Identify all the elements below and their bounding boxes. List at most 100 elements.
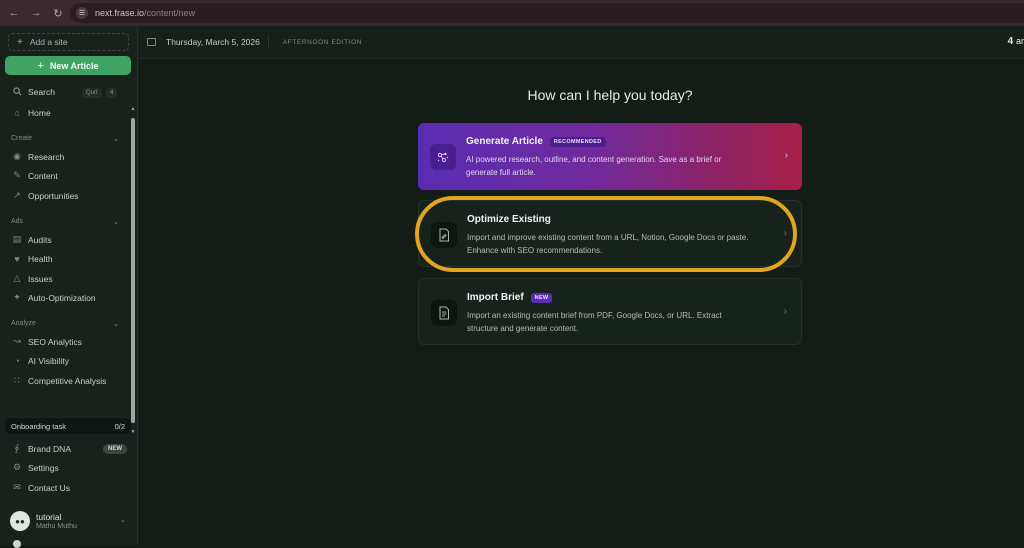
- new-article-button[interactable]: + New Article: [5, 56, 131, 75]
- card-title-text: Import Brief: [467, 292, 524, 303]
- gear-icon: ⚙: [12, 462, 22, 472]
- top-bar: Thursday, March 5, 2026 AFTERNOON EDITIO…: [138, 26, 1024, 59]
- card-description: Import and improve existing content from…: [467, 231, 767, 257]
- card-desc-line: structure and generate content.: [467, 324, 579, 333]
- add-site-button[interactable]: + Add a site: [8, 33, 129, 51]
- section-label: Ads: [11, 218, 24, 225]
- back-arrow-icon[interactable]: ←: [4, 3, 24, 23]
- site-settings-icon[interactable]: ☰: [76, 7, 88, 19]
- onboarding-task[interactable]: Onboarding task 0/2: [5, 418, 131, 434]
- calendar-icon: [147, 38, 156, 46]
- counter-value: 4: [1007, 36, 1014, 47]
- sidebar-item-opportunities[interactable]: ↗ Opportunities: [0, 186, 130, 205]
- counter-suffix: ar: [1015, 36, 1024, 46]
- chevron-right-icon: ›: [783, 228, 787, 239]
- card-description: AI powered research, outline, and conten…: [466, 153, 766, 179]
- research-icon: ◉: [13, 151, 21, 161]
- address-bar[interactable]: ☰ next.frase.io/content/new: [70, 3, 1024, 23]
- sidebar-item-research[interactable]: ◉ Research: [0, 147, 130, 166]
- page-title: How can I help you today?: [527, 87, 693, 103]
- sidebar-item-seo-analytics[interactable]: ↝ SEO Analytics: [0, 332, 130, 351]
- search-icon: [12, 87, 22, 97]
- user-menu[interactable]: ●● tutorial Mathu Muthu ⌄: [10, 508, 130, 534]
- card-title-text: Generate Article: [466, 136, 543, 147]
- sidebar-item-label: Competitive Analysis: [28, 375, 107, 386]
- sparkle-icon: ✦: [13, 292, 21, 302]
- scroll-up-icon[interactable]: ▲: [130, 106, 136, 112]
- audit-icon: ▤: [12, 234, 22, 244]
- chart-line-icon: ↝: [13, 336, 21, 346]
- section-label: Analyze: [11, 320, 36, 327]
- generate-article-card[interactable]: Generate Article RECOMMENDED AI powered …: [418, 123, 802, 190]
- scrollbar-thumb[interactable]: [131, 118, 135, 423]
- import-brief-card[interactable]: Import Brief NEW Import an existing cont…: [418, 278, 802, 345]
- edition-label: AFTERNOON EDITION: [282, 38, 363, 46]
- chevron-down-icon: ⌄: [113, 219, 119, 226]
- sidebar-item-home[interactable]: ⌂ Home: [0, 103, 130, 122]
- search-shortcut-key: 4: [106, 88, 118, 98]
- plus-icon: +: [37, 59, 44, 72]
- sidebar-item-ai-visibility[interactable]: ◔ AI Visibility: [0, 351, 130, 370]
- dna-icon: ∮: [14, 443, 20, 453]
- sidebar-item-label: Opportunities: [28, 190, 79, 201]
- generate-icon: [430, 144, 456, 170]
- chevron-right-icon: ›: [784, 150, 788, 161]
- sidebar-item-label: Home: [28, 107, 51, 118]
- sidebar-item-issues[interactable]: △ Issues: [0, 269, 130, 288]
- section-label: Create: [11, 135, 33, 142]
- sidebar-item-label: Search: [28, 86, 55, 97]
- sidebar-item-health[interactable]: ♥ Health: [0, 249, 130, 268]
- sidebar-item-label: Contact Us: [28, 482, 71, 493]
- url-host: next.frase.io: [95, 8, 145, 18]
- home-icon: ⌂: [14, 107, 20, 118]
- browser-toolbar: ← → ↻ ☰ next.frase.io/content/new: [0, 0, 1024, 26]
- avatar: ●●: [10, 511, 30, 531]
- network-icon: ∷: [14, 375, 20, 385]
- card-desc-line: Import an existing content brief from PD…: [467, 311, 722, 320]
- sidebar-item-contact-us[interactable]: ✉ Contact Us: [0, 478, 130, 497]
- sidebar-item-label: Audits: [28, 234, 52, 245]
- card-desc-line: generate full article.: [466, 168, 536, 177]
- top-right-counter: 4 ar: [1008, 36, 1024, 47]
- sidebar-item-auto-optimization[interactable]: ✦ Auto-Optimization: [0, 288, 130, 307]
- sidebar-item-label: Content: [28, 170, 58, 181]
- optimize-existing-card[interactable]: Optimize Existing Import and improve exi…: [418, 200, 802, 267]
- card-title: Optimize Existing: [467, 214, 551, 225]
- current-date: Thursday, March 5, 2026: [166, 37, 260, 47]
- sidebar-item-audits[interactable]: ▤ Audits: [0, 230, 130, 249]
- sidebar-item-label: Settings: [28, 462, 59, 473]
- plus-icon: +: [17, 36, 23, 48]
- forward-arrow-icon[interactable]: →: [26, 3, 46, 23]
- sidebar-item-settings[interactable]: ⚙ Settings: [0, 458, 130, 477]
- pencil-icon: ✎: [13, 170, 21, 180]
- document-edit-icon: [431, 222, 457, 248]
- main-content: Thursday, March 5, 2026 AFTERNOON EDITIO…: [138, 26, 1024, 545]
- card-desc-line: AI powered research, outline, and conten…: [466, 155, 722, 164]
- section-create-header[interactable]: Create ⌄: [11, 135, 119, 143]
- sidebar: + Add a site + New Article Search Qurt 4…: [0, 26, 138, 548]
- mail-icon: ✉: [13, 482, 21, 492]
- divider: [267, 36, 269, 48]
- sidebar-item-label: Health: [28, 253, 53, 264]
- sidebar-item-label: Issues: [28, 273, 53, 284]
- chevron-down-icon: ⌄: [113, 136, 119, 143]
- user-name: tutorial: [36, 512, 62, 522]
- avatar-peek: [13, 540, 21, 548]
- section-analyze-header[interactable]: Analyze ⌄: [11, 320, 119, 328]
- sidebar-item-label: Research: [28, 151, 65, 162]
- onboarding-label: Onboarding task: [11, 421, 67, 431]
- sidebar-item-label: Auto-Optimization: [28, 292, 96, 303]
- sidebar-item-label: Brand DNA: [28, 443, 71, 454]
- warning-icon: △: [13, 273, 21, 283]
- new-article-label: New Article: [49, 60, 99, 71]
- chevron-down-icon: ⌄: [113, 321, 119, 328]
- sidebar-item-content[interactable]: ✎ Content: [0, 166, 130, 185]
- sidebar-scrollbar[interactable]: ▲ ▼: [130, 106, 136, 436]
- onboarding-progress: 0/2: [114, 421, 125, 431]
- card-title-text: Optimize Existing: [467, 214, 551, 225]
- reload-icon[interactable]: ↻: [48, 3, 68, 23]
- card-desc-line: Enhance with SEO recommendations.: [467, 246, 603, 255]
- sidebar-item-competitive-analysis[interactable]: ∷ Competitive Analysis: [0, 371, 130, 390]
- trend-up-icon: ↗: [13, 190, 21, 200]
- section-ads-header[interactable]: Ads ⌄: [11, 218, 119, 226]
